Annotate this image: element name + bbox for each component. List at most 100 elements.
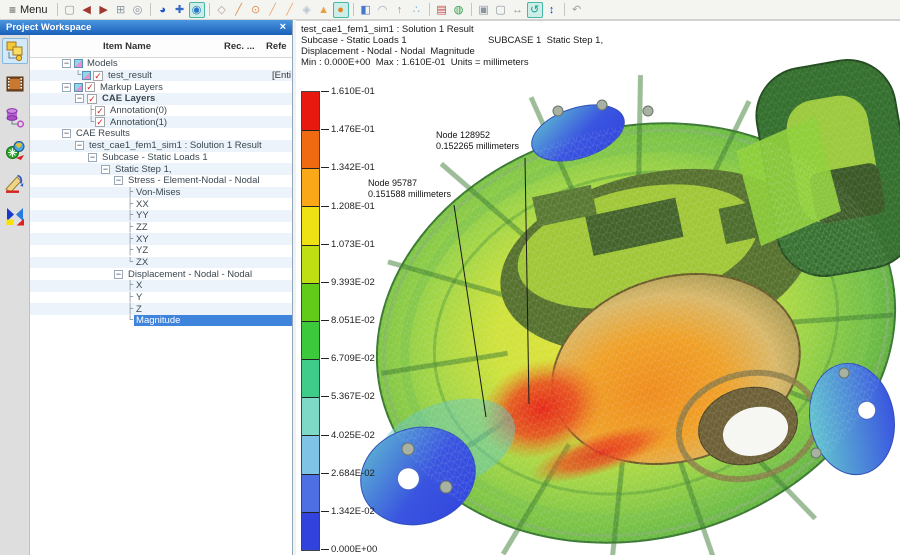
expand-collapse-icon[interactable]: − (88, 153, 97, 162)
menu-button[interactable]: ≡ Menu (4, 3, 53, 17)
tree-item[interactable]: ├YY (30, 210, 292, 222)
expand-collapse-icon[interactable]: − (114, 176, 123, 185)
tree-item[interactable]: −Displacement - Nodal - Nodal (30, 268, 292, 280)
tree-item[interactable]: ├XX (30, 198, 292, 210)
visibility-checkbox[interactable]: ✓ (95, 117, 105, 127)
tree-item-label[interactable]: ZX (134, 257, 150, 268)
sphere-icon[interactable]: ● (333, 2, 349, 18)
measure-icon[interactable] (2, 170, 28, 196)
tree-item-label[interactable]: CAE Results (74, 128, 132, 139)
cone-icon[interactable]: ▲ (316, 2, 332, 18)
visibility-checkbox[interactable]: ✓ (85, 82, 95, 92)
tree-item-label[interactable]: Z (134, 304, 144, 315)
tree-item-label[interactable]: Displacement - Nodal - Nodal (126, 269, 254, 280)
column-rec[interactable]: Rec. ... (224, 41, 266, 52)
line-icon[interactable]: ╱ (231, 2, 247, 18)
tree-item-label[interactable]: test_result (106, 70, 154, 81)
tree-item-label[interactable]: X (134, 280, 144, 291)
column-ref[interactable]: Refe (266, 41, 292, 52)
fit-view-icon[interactable]: ▢ (493, 2, 509, 18)
find-icon[interactable]: ◎ (130, 2, 146, 18)
tree-item-label[interactable]: Y (134, 292, 144, 303)
tree-item-label[interactable]: Stress - Element-Nodal - Nodal (126, 175, 261, 186)
frame-icon[interactable]: ▣ (476, 2, 492, 18)
section-view-icon[interactable]: ◧ (358, 2, 374, 18)
tree-item[interactable]: └ZX (30, 257, 292, 269)
tree-item[interactable]: ├XY (30, 233, 292, 245)
tree-item[interactable]: ├✓Annotation(0) (30, 105, 292, 117)
tree-item[interactable]: −Subcase - Static Loads 1 (30, 152, 292, 164)
scale-y-icon[interactable]: ↕ (544, 2, 560, 18)
tree-item-label[interactable]: ZZ (134, 222, 150, 233)
zoom-window-icon[interactable]: ⊞ (113, 2, 129, 18)
surface-icon[interactable]: ◈ (299, 2, 315, 18)
workspace-manager-icon[interactable] (2, 38, 28, 64)
expand-collapse-icon[interactable]: − (114, 270, 123, 279)
tree-item-label[interactable]: Markup Layers (98, 82, 165, 93)
pie-view-icon[interactable]: ◕ (155, 2, 171, 18)
snap-points-icon[interactable]: ∴ (409, 2, 425, 18)
tree-item[interactable]: └✓Annotation(1) (30, 116, 292, 128)
tree-item-label[interactable]: Magnitude (134, 315, 292, 326)
tree-item-label[interactable]: Subcase - Static Loads 1 (100, 152, 210, 163)
tree-item-label[interactable]: YZ (134, 245, 150, 256)
expand-collapse-icon[interactable]: − (75, 94, 84, 103)
visibility-checkbox[interactable]: ✓ (93, 71, 103, 81)
visibility-checkbox[interactable]: ✓ (87, 94, 97, 104)
tree-item[interactable]: −test_cae1_fem1_sim1 : Solution 1 Result (30, 140, 292, 152)
post-view-icon[interactable] (2, 137, 28, 163)
expand-collapse-icon[interactable]: − (75, 141, 84, 150)
arrow-up-icon[interactable]: ↑ (392, 2, 408, 18)
undo-icon[interactable]: ↶ (569, 2, 585, 18)
shaded-view-icon[interactable]: ◉ (189, 2, 205, 18)
tree-item[interactable]: └✓test_result[Enti (30, 70, 292, 82)
expand-collapse-icon[interactable]: − (101, 165, 110, 174)
circle-icon[interactable]: ⊙ (248, 2, 264, 18)
symmetry-icon[interactable] (2, 203, 28, 229)
tree-item-label[interactable]: XY (134, 234, 151, 245)
results-icon[interactable]: ▤ (434, 2, 450, 18)
column-item-name[interactable]: Item Name (30, 41, 224, 52)
navigation-compass-icon[interactable]: ✚ (172, 2, 188, 18)
tree-item[interactable]: ├Z (30, 303, 292, 315)
window-select-icon[interactable]: ▢ (62, 2, 78, 18)
fit-width-icon[interactable]: ↔ (510, 2, 526, 18)
tree-item[interactable]: ├YZ (30, 245, 292, 257)
sketch-icon[interactable]: ◇ (214, 2, 230, 18)
tree-item-label[interactable]: test_cae1_fem1_sim1 : Solution 1 Result (87, 140, 264, 151)
step-back-icon[interactable]: ◀ (79, 2, 95, 18)
step-forward-icon[interactable]: ▶ (96, 2, 112, 18)
tree-item[interactable]: −✓CAE Layers (30, 93, 292, 105)
graphics-viewport[interactable]: test_cae1_fem1_sim1 : Solution 1 Result … (296, 20, 900, 555)
model-tree-icon[interactable] (2, 104, 28, 130)
tree-item-label[interactable]: Annotation(0) (108, 105, 169, 116)
curve-icon[interactable]: ◠ (375, 2, 391, 18)
tree-item[interactable]: ├Y (30, 292, 292, 304)
profile-line-icon[interactable]: ╱ (265, 2, 281, 18)
tree-item[interactable]: − ✓Markup Layers (30, 81, 292, 93)
tree-item[interactable]: −Stress - Element-Nodal - Nodal (30, 175, 292, 187)
tree-item-label[interactable]: Static Step 1, (113, 164, 174, 175)
close-icon[interactable]: × (280, 22, 286, 33)
tree-item-label[interactable]: YY (134, 210, 151, 221)
globe-icon[interactable]: ◍ (451, 2, 467, 18)
tree-item-label[interactable]: XX (134, 199, 151, 210)
tree-item[interactable]: ├ZZ (30, 222, 292, 234)
polyline-icon[interactable]: ╱ (282, 2, 298, 18)
tree-item[interactable]: −CAE Results (30, 128, 292, 140)
node-annotation[interactable]: Node 128952 0.152265 millimeters (436, 130, 519, 151)
tree-item[interactable]: −Static Step 1, (30, 163, 292, 175)
tree-item[interactable]: ├X (30, 280, 292, 292)
tree-item[interactable]: └Magnitude (30, 315, 292, 327)
tree-item-label[interactable]: Models (85, 58, 120, 69)
tree-item-label[interactable]: CAE Layers (100, 93, 157, 104)
expand-collapse-icon[interactable]: − (62, 83, 71, 92)
expand-collapse-icon[interactable]: − (62, 129, 71, 138)
tree-item-label[interactable]: Annotation(1) (108, 117, 169, 128)
expand-collapse-icon[interactable]: − (62, 59, 71, 68)
tree-item-label[interactable]: Von-Mises (134, 187, 182, 198)
tree-item[interactable]: − Models (30, 58, 292, 70)
visibility-checkbox[interactable]: ✓ (95, 106, 105, 116)
tree-item[interactable]: ├Von-Mises (30, 187, 292, 199)
update-display-icon[interactable]: ↺ (527, 2, 543, 18)
